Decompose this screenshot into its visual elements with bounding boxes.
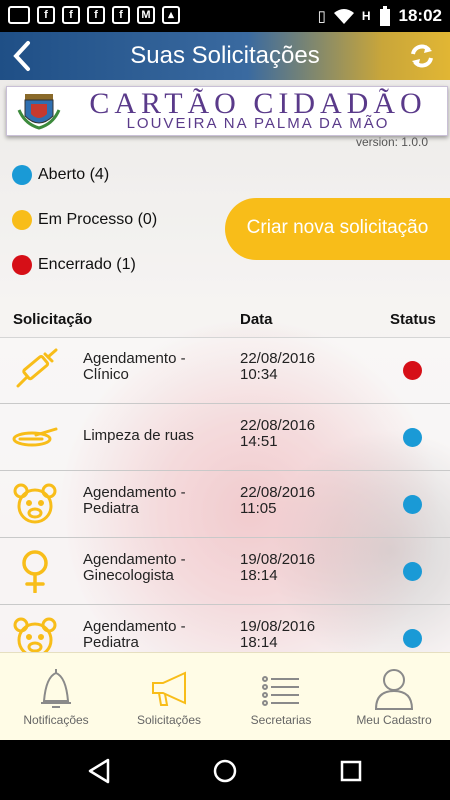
facebook-icon: f [112,6,130,24]
table-row[interactable]: Agendamento - Ginecologista 19/08/2016 1… [0,538,450,605]
back-triangle-icon[interactable] [86,758,112,784]
table-row[interactable]: Agendamento - Pediatra 22/08/2016 11:05 [0,471,450,538]
column-header-solicitacao: Solicitação [13,311,93,328]
table-row[interactable]: Agendamento - Clínico 22/08/2016 10:34 [0,337,450,404]
nav-label: Notificações [23,713,89,727]
keyboard-icon [8,6,30,24]
request-name: Agendamento - Clínico [83,350,186,383]
page-title: Suas Solicitações [130,42,320,69]
create-request-button[interactable]: Criar nova solicitação [225,198,450,260]
request-name: Agendamento - Pediatra [83,484,186,517]
request-date: 19/08/2016 18:14 [240,551,316,584]
legend-encerrado: Encerrado (1) [12,255,136,275]
notification-icons: f f f f M ▴ [8,6,180,24]
status-bar: f f f f M ▴ ▯ H 18:02 [0,0,450,32]
nav-solicitacoes[interactable]: Solicitações [113,653,225,741]
bear-icon [13,483,57,524]
clock: 18:02 [398,6,442,25]
nav-label: Solicitações [136,713,202,727]
nav-meu-cadastro[interactable]: Meu Cadastro [338,653,450,741]
nav-label: Secretarias [250,713,312,727]
request-date: 19/08/2016 18:14 [240,618,316,651]
status-dot [403,361,422,380]
refresh-icon [411,44,433,68]
refresh-button[interactable] [408,42,436,70]
cartao-cidadao-banner: CARTÃO CIDADÃO LOUVEIRA NA PALMA DA MÃO [6,86,448,136]
version-label: version: 1.0.0 [355,135,428,149]
legend-em-processo: Em Processo (0) [12,210,157,230]
gmail-icon: M [137,6,155,24]
wifi-icon [333,9,354,24]
female-symbol-icon [22,550,48,593]
request-date: 22/08/2016 11:05 [240,484,316,517]
facebook-icon: f [37,6,55,24]
legend-label: Encerrado (1) [38,256,136,273]
system-navigation-bar [0,740,450,800]
syringe-icon [16,348,58,388]
user-icon [374,669,414,710]
status-dot [403,495,422,514]
status-dot [403,629,422,648]
image-icon: ▴ [162,6,180,24]
status-dot [403,562,422,581]
table-header: Solicitação Data Status [0,305,450,338]
bottom-navigation: Notificações Solicitações Secretarias Me… [0,652,450,741]
bear-icon [13,617,57,652]
broom-icon [12,427,58,447]
request-name: Limpeza de ruas [83,427,194,444]
table-row[interactable]: Limpeza de ruas 22/08/2016 14:51 [0,404,450,471]
brand-subtitle: LOUVEIRA NA PALMA DA MÃO [126,115,390,132]
legend-label: Aberto (4) [38,166,110,183]
battery-icon [379,6,390,26]
status-dot [403,428,422,447]
requests-list[interactable]: Agendamento - Clínico 22/08/2016 10:34 L… [0,337,450,652]
vibrate-icon: ▯ [317,8,326,25]
status-dot [12,255,32,275]
request-name: Agendamento - Ginecologista [83,551,186,584]
system-icons: ▯ H 18:02 [318,6,442,26]
facebook-icon: f [87,6,105,24]
table-row[interactable]: Agendamento - Pediatra 19/08/2016 18:14 [0,605,450,652]
app-header: Suas Solicitações [0,32,450,80]
brand-text: CARTÃO CIDADÃO LOUVEIRA NA PALMA DA MÃO [73,89,443,132]
nav-secretarias[interactable]: Secretarias [225,653,337,741]
bell-icon [41,669,71,708]
column-header-status: Status [390,311,436,328]
recents-square-icon[interactable] [338,758,364,784]
legend-label: Em Processo (0) [38,211,158,228]
column-header-data: Data [240,311,273,328]
h-signal-icon: H [361,9,371,23]
request-date: 22/08/2016 14:51 [240,417,316,450]
request-date: 22/08/2016 10:34 [240,350,316,383]
legend-aberto: Aberto (4) [12,165,109,185]
nav-label: Meu Cadastro [356,713,432,727]
status-dot [12,165,32,185]
home-circle-icon[interactable] [212,758,238,784]
city-crest-icon [17,94,61,130]
list-icon [262,676,299,706]
nav-notificacoes[interactable]: Notificações [0,653,112,741]
status-dot [12,210,32,230]
request-name: Agendamento - Pediatra [83,618,186,651]
facebook-icon: f [62,6,80,24]
megaphone-icon [152,671,186,706]
